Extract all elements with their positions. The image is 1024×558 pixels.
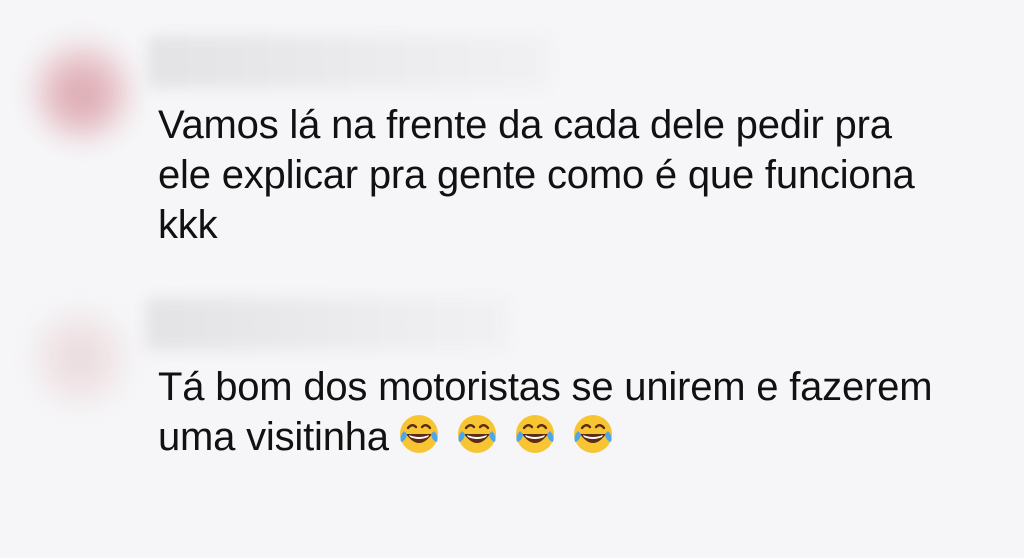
- comment-text-fragment: uma visitinha: [158, 415, 389, 459]
- comment-thread: Vamos lá na frente da cada dele pedir pr…: [0, 0, 1024, 558]
- emoji-group: [397, 412, 629, 468]
- comment-text: Tá bom dos motoristas se unirem e fazere…: [158, 362, 1018, 468]
- comment-text-line: Tá bom dos motoristas se unirem e fazere…: [158, 365, 933, 409]
- face-with-tears-of-joy-icon: [397, 412, 441, 456]
- avatar-blurred[interactable]: [34, 42, 130, 138]
- comment-text-line: ele explicar pra gente como é que funcio…: [158, 153, 915, 197]
- avatar-blurred[interactable]: [34, 312, 126, 404]
- username-blurred[interactable]: [148, 36, 550, 88]
- comment-text: Vamos lá na frente da cada dele pedir pr…: [158, 100, 1018, 250]
- username-blurred[interactable]: [146, 298, 508, 350]
- face-with-tears-of-joy-icon: [455, 412, 499, 456]
- comment-text-line: kkk: [158, 203, 218, 247]
- comment-text-line: Vamos lá na frente da cada dele pedir pr…: [158, 103, 892, 147]
- face-with-tears-of-joy-icon: [571, 412, 615, 456]
- face-with-tears-of-joy-icon: [513, 412, 557, 456]
- comment-text-line: uma visitinha: [158, 412, 1018, 468]
